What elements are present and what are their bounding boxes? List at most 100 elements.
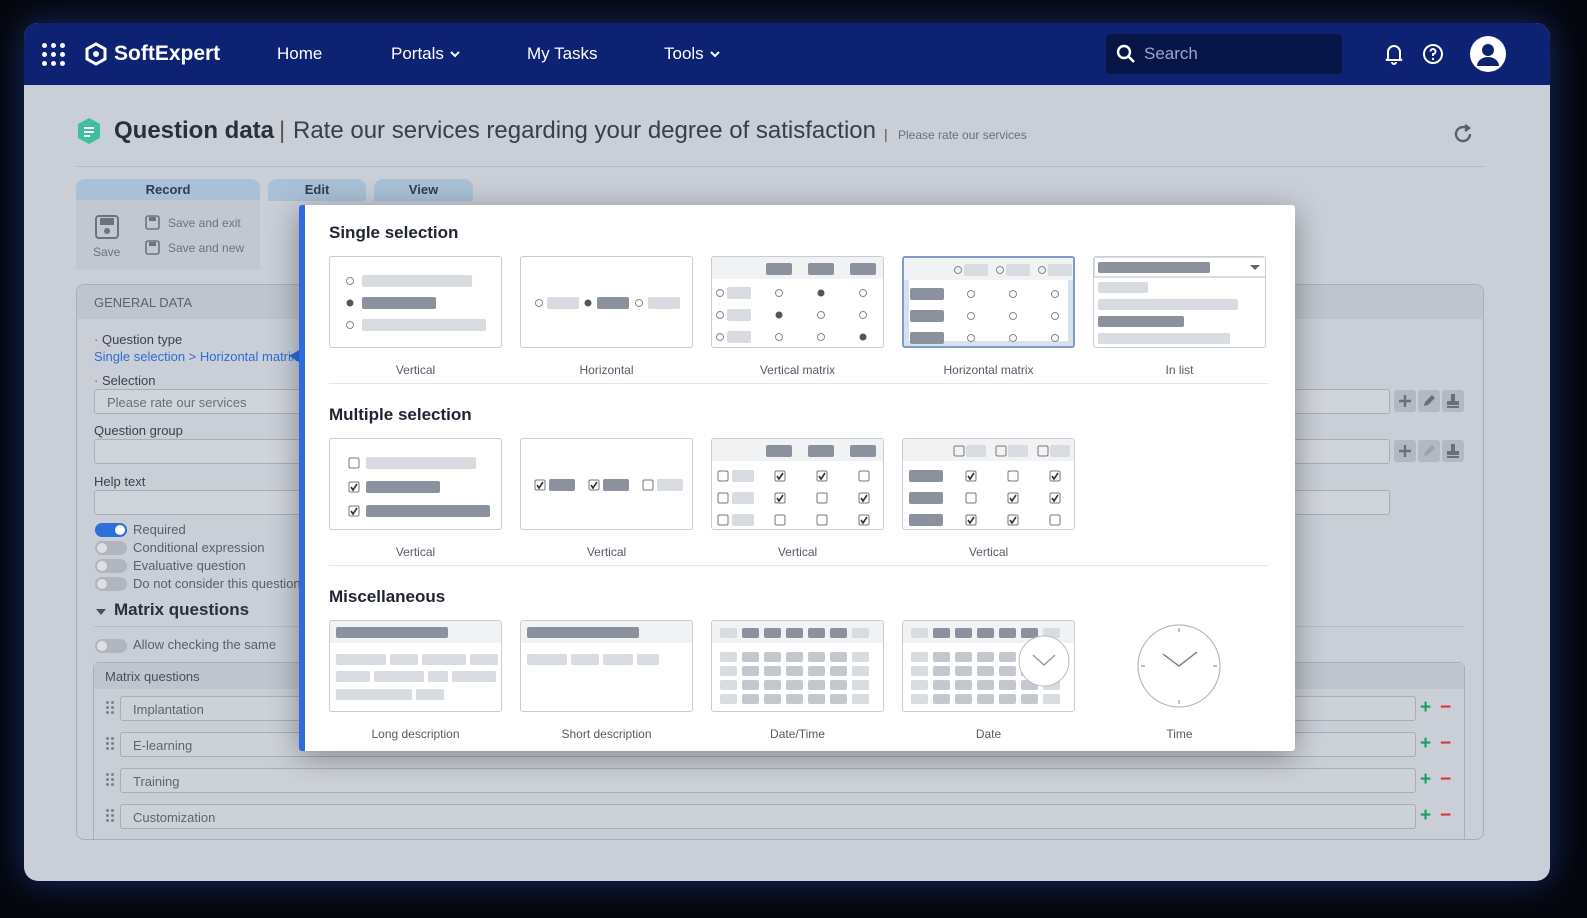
save-and-new-button[interactable]: Save and new <box>168 241 244 255</box>
selection-label: · Selection <box>94 373 156 388</box>
option-preview <box>712 621 883 704</box>
tab-edit[interactable]: Edit <box>268 179 366 201</box>
option-preview <box>1094 257 1265 344</box>
question-type-value[interactable]: Single selection > Horizontal matrix <box>94 349 297 364</box>
do-not-consider-label: Do not consider this question <box>133 576 301 591</box>
option-card-short-description[interactable] <box>520 620 693 712</box>
option-caption: Time <box>1166 727 1193 741</box>
option-caption: Short description <box>561 727 652 741</box>
nav-tools[interactable]: Tools <box>664 23 720 85</box>
add-row-icon[interactable]: + <box>1420 806 1431 825</box>
option-caption: Date/Time <box>770 727 825 741</box>
remove-row-icon[interactable]: − <box>1440 734 1451 753</box>
drag-handle-icon[interactable] <box>106 737 114 751</box>
brand-logo[interactable]: SoftExpert <box>84 23 220 85</box>
matrix-question-row[interactable]: Customization <box>120 804 1416 829</box>
allow-checking-label: Allow checking the same <box>133 637 277 652</box>
option-caption: In list <box>1165 363 1194 377</box>
help-icon[interactable] <box>1421 42 1445 66</box>
save-button[interactable]: Save <box>93 245 120 259</box>
add-row-icon[interactable]: + <box>1420 734 1431 753</box>
option-caption: Vertical <box>777 545 818 559</box>
option-caption: Vertical <box>395 545 436 559</box>
matrix-section-title: Matrix questions <box>114 600 250 619</box>
page-header: Question data | Rate our services regard… <box>76 117 1486 167</box>
section-divider <box>329 565 1269 566</box>
option-caption: Horizontal matrix <box>943 363 1034 377</box>
page-hint: Please rate our services <box>898 128 1027 142</box>
stamp-icon <box>1447 394 1459 408</box>
option-preview <box>1137 624 1221 708</box>
user-avatar[interactable] <box>1470 36 1506 72</box>
help-text-label: Help text <box>94 474 146 489</box>
option-card-vertical[interactable] <box>520 438 693 530</box>
save-exit-icon <box>145 215 160 230</box>
add-row-icon[interactable]: + <box>1420 698 1431 717</box>
remove-row-icon[interactable]: − <box>1440 770 1451 789</box>
option-card-vertical[interactable] <box>711 438 884 530</box>
option-card-date-time[interactable] <box>711 620 884 712</box>
single-selection-title: Single selection <box>329 223 459 242</box>
required-toggle[interactable] <box>95 523 127 537</box>
collapse-caret-icon[interactable] <box>95 607 107 617</box>
apps-grid-icon[interactable] <box>42 23 70 85</box>
matrix-question-row[interactable]: Training <box>120 768 1416 793</box>
lookup-group-button[interactable] <box>1442 440 1464 462</box>
option-card-date[interactable] <box>902 620 1075 712</box>
search-box[interactable] <box>1106 34 1342 74</box>
edit-group-button[interactable] <box>1418 440 1440 462</box>
remove-row-icon[interactable]: − <box>1440 698 1451 717</box>
caret-left-icon <box>289 350 299 362</box>
question-group-label: Question group <box>94 423 183 438</box>
softexpert-logo-icon <box>85 42 107 66</box>
tab-record[interactable]: Record <box>76 179 260 201</box>
option-card-vertical[interactable] <box>902 438 1075 530</box>
edit-selection-button[interactable] <box>1418 390 1440 412</box>
tab-view[interactable]: View <box>374 179 473 201</box>
drag-handle-icon[interactable] <box>106 809 114 823</box>
refresh-icon[interactable] <box>1452 123 1474 145</box>
add-row-icon[interactable]: + <box>1420 770 1431 789</box>
add-group-button[interactable] <box>1394 440 1416 462</box>
save-new-icon <box>145 240 160 255</box>
add-selection-button[interactable] <box>1394 390 1416 412</box>
option-preview <box>712 257 883 343</box>
do-not-consider-toggle[interactable] <box>95 577 127 591</box>
nav-portals-label: Portals <box>391 44 444 63</box>
bell-icon[interactable] <box>1382 42 1406 66</box>
option-caption: Date <box>975 727 1002 741</box>
option-card-in-list[interactable] <box>1093 256 1266 348</box>
conditional-expression-label: Conditional expression <box>133 540 265 555</box>
drag-handle-icon[interactable] <box>106 773 114 787</box>
page-title: Question data <box>114 117 275 144</box>
option-card-vertical[interactable] <box>329 256 502 348</box>
top-navbar: SoftExpert Home Portals My Tasks Tools <box>24 23 1550 85</box>
lookup-selection-button[interactable] <box>1442 390 1464 412</box>
allow-checking-toggle[interactable] <box>95 639 127 653</box>
option-card-time[interactable] <box>1093 620 1266 712</box>
pencil-icon <box>1424 445 1435 456</box>
option-caption: Long description <box>371 727 460 741</box>
drag-handle-icon[interactable] <box>106 701 114 715</box>
option-preview <box>904 258 1073 344</box>
option-caption: Vertical matrix <box>759 363 836 377</box>
search-icon <box>1116 44 1135 63</box>
option-card-horizontal[interactable] <box>520 256 693 348</box>
nav-portals[interactable]: Portals <box>391 23 460 85</box>
save-icon[interactable] <box>94 214 120 240</box>
plus-icon <box>1399 445 1411 457</box>
option-card-vertical[interactable] <box>329 438 502 530</box>
evaluative-question-toggle[interactable] <box>95 559 127 573</box>
search-input[interactable] <box>1144 44 1324 64</box>
option-preview <box>534 479 683 491</box>
save-and-exit-button[interactable]: Save and exit <box>168 216 241 230</box>
nav-my-tasks[interactable]: My Tasks <box>527 23 598 85</box>
nav-home[interactable]: Home <box>277 23 322 85</box>
option-card-long-description[interactable] <box>329 620 502 712</box>
option-card-vertical-matrix[interactable] <box>711 256 884 348</box>
conditional-expression-toggle[interactable] <box>95 541 127 555</box>
option-card-horizontal-matrix[interactable] <box>902 256 1075 348</box>
remove-row-icon[interactable]: − <box>1440 806 1451 825</box>
record-toolbar: Save Save and exit Save and new <box>76 200 260 270</box>
brand-name: SoftExpert <box>114 42 221 65</box>
